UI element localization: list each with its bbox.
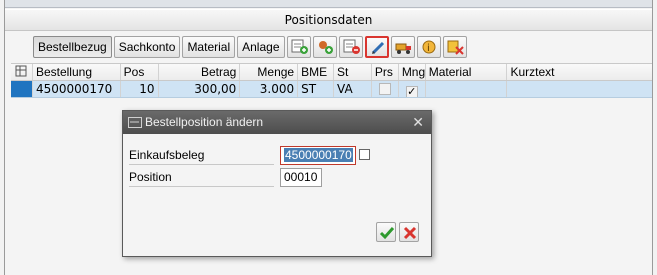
position-label: Position (129, 168, 274, 187)
col-st[interactable]: St (334, 64, 372, 80)
positions-table: Bestellung Pos Betrag Menge BME St Prs M… (11, 63, 652, 98)
transport-button[interactable] (390, 36, 415, 58)
transport-icon (395, 43, 411, 54)
insert-row-button[interactable] (312, 36, 337, 58)
tab-material[interactable]: Material (182, 36, 236, 58)
svg-text:i: i (427, 43, 430, 54)
position-field[interactable]: 00010 (280, 168, 322, 187)
tab-bestellbezug[interactable]: Bestellbezug (33, 36, 112, 58)
cancel-x-icon (403, 226, 417, 240)
edit-item-button[interactable] (364, 36, 389, 58)
position-row: Position 00010 (129, 168, 322, 187)
einkaufsbeleg-field[interactable]: 4500000170 (280, 146, 356, 165)
value-help-icon[interactable] (359, 149, 371, 161)
prs-checkbox[interactable] (378, 83, 391, 95)
dialog-window-icon (128, 117, 142, 128)
col-pos[interactable]: Pos (121, 64, 159, 80)
add-row-icon (291, 39, 308, 54)
col-betrag[interactable]: Betrag (159, 64, 241, 80)
dialog-title: Bestellposition ändern (145, 115, 264, 129)
change-item-dialog: Bestellposition ändern ✕ Einkaufsbeleg 4… (122, 110, 432, 257)
insert-row-icon (318, 41, 333, 54)
col-kurztext[interactable]: Kurztext (507, 64, 652, 80)
col-menge[interactable]: Menge (240, 64, 299, 80)
item-toolbar: Bestellbezug Sachkonto Material Anlage i (33, 36, 467, 60)
row-selector[interactable] (11, 81, 33, 97)
grid-settings-icon (15, 65, 27, 77)
info-search-icon: i (422, 40, 435, 54)
dialog-actions (376, 222, 419, 242)
cell-material (426, 81, 508, 97)
delete-row-icon (343, 39, 360, 54)
col-bestellung[interactable]: Bestellung (33, 64, 121, 80)
cell-prs (372, 81, 399, 97)
col-prs[interactable]: Prs (372, 64, 399, 80)
edit-pencil-icon (371, 41, 384, 55)
panel-title: Positionsdaten (5, 9, 652, 31)
cell-pos: 10 (121, 81, 159, 97)
remove-item-button[interactable] (442, 36, 467, 58)
mng-checkbox[interactable]: ✓ (405, 86, 418, 97)
top-strip (5, 0, 652, 8)
einkaufsbeleg-label: Einkaufsbeleg (129, 146, 274, 165)
remove-item-icon (447, 40, 464, 55)
cancel-button[interactable] (399, 222, 419, 242)
cell-menge: 3.000 (240, 81, 299, 97)
info-search-button[interactable]: i (416, 36, 441, 58)
close-icon[interactable]: ✕ (412, 111, 424, 134)
cell-bestellung: 4500000170 (33, 81, 121, 97)
layout-icon[interactable] (11, 64, 33, 80)
delete-row-button[interactable] (338, 36, 363, 58)
add-row-button[interactable] (286, 36, 311, 58)
einkaufsbeleg-row: Einkaufsbeleg 4500000170 (129, 146, 370, 165)
cell-bme: ST (298, 81, 334, 97)
cell-st: VA (334, 81, 372, 97)
col-mng[interactable]: Mng (399, 64, 426, 80)
checkmark-icon (379, 227, 395, 240)
col-bme[interactable]: BME (298, 64, 334, 80)
cell-kurztext (507, 81, 652, 97)
table-row[interactable]: 4500000170 10 300,00 3.000 ST VA ✓ (11, 81, 652, 98)
cell-betrag: 300,00 (159, 81, 241, 97)
tab-anlage[interactable]: Anlage (237, 36, 285, 58)
confirm-button[interactable] (376, 222, 396, 242)
dialog-titlebar[interactable]: Bestellposition ändern ✕ (123, 111, 431, 134)
tab-sachkonto[interactable]: Sachkonto (113, 36, 181, 58)
cell-mng: ✓ (399, 81, 426, 97)
table-header: Bestellung Pos Betrag Menge BME St Prs M… (11, 64, 652, 81)
col-material[interactable]: Material (426, 64, 508, 80)
